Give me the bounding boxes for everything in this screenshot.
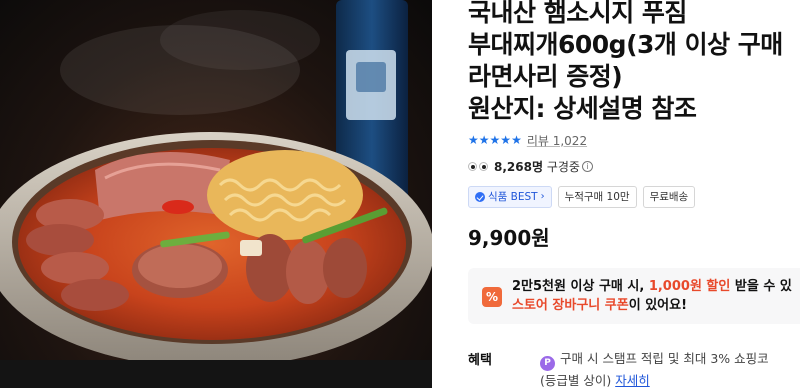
badge-row: 식품 BEST › 누적구매 10만 무료배송: [468, 186, 800, 208]
badge-label: 식품 BEST: [488, 191, 538, 203]
cumulative-purchase-badge: 누적구매 10만: [557, 186, 637, 208]
coupon-discount-amount: 1,000원 할인: [648, 279, 731, 294]
coupon-line2-suffix: 이 있어요!: [628, 298, 687, 313]
point-icon: P: [540, 356, 555, 371]
product-title: 국내산 햄소시지 푸짐 부대찌개600g(3개 이상 구매 라면사리 증정) 원…: [468, 0, 800, 125]
viewing-count: 8,268명: [494, 159, 543, 174]
check-badge-icon: [475, 192, 485, 202]
budae-jjigae-illustration: [0, 0, 432, 388]
benefit-body: P 구매 시 스탬프 적립 및 최대 3% 쇼핑코 (등급별 상이) 자세히: [540, 349, 769, 388]
coupon-line1-suffix: 받을 수 있: [730, 279, 792, 294]
coupon-line1-prefix: 2만5천원 이상 구매 시,: [512, 279, 649, 294]
product-price: 9,900원: [468, 226, 550, 250]
coupon-text: 2만5천원 이상 구매 시, 1,000원 할인 받을 수 있 스토어 장바구니…: [512, 277, 792, 315]
info-icon[interactable]: i: [581, 160, 593, 172]
coupon-banner[interactable]: % 2만5천원 이상 구매 시, 1,000원 할인 받을 수 있 스토어 장바…: [468, 268, 800, 324]
product-title-line: 부대찌개600g(3개 이상 구매: [468, 30, 783, 59]
star-icon: ★: [500, 133, 512, 147]
benefit-line2-prefix: (등급별 상이): [540, 373, 616, 388]
benefit-detail-link[interactable]: 자세히: [615, 373, 650, 388]
star-icon: ★: [468, 133, 479, 147]
product-info-panel: 국내산 햄소시지 푸짐 부대찌개600g(3개 이상 구매 라면사리 증정) 원…: [468, 0, 800, 388]
benefit-row: 혜택 P 구매 시 스탬프 적립 및 최대 3% 쇼핑코 (등급별 상이) 자세히: [468, 345, 800, 388]
rating-stars: ★ ★ ★ ★ ★: [468, 134, 522, 146]
rating-row: ★ ★ ★ ★ ★ 리뷰 1,022: [468, 131, 800, 149]
percent-coupon-icon: %: [482, 287, 502, 307]
benefit-label: 혜택: [468, 353, 492, 368]
star-icon: ★: [511, 133, 522, 147]
free-shipping-badge: 무료배송: [642, 186, 696, 208]
star-icon: ★: [489, 133, 501, 147]
food-best-badge[interactable]: 식품 BEST ›: [468, 186, 552, 208]
eyes-icon: [468, 161, 488, 171]
product-title-line: 국내산 햄소시지 푸짐: [468, 0, 687, 27]
viewing-row: 8,268명 구경중 i: [468, 157, 800, 175]
review-link[interactable]: 리뷰 1,022: [527, 132, 587, 149]
product-title-line: 원산지: 상세설명 참조: [468, 94, 697, 123]
coupon-store-cart: 스토어 장바구니 쿠폰: [512, 298, 629, 313]
product-photo: [0, 0, 432, 388]
viewing-text: 구경중: [546, 159, 580, 174]
star-icon: ★: [478, 133, 490, 147]
product-title-line: 라면사리 증정): [468, 62, 623, 91]
chevron-right-icon: ›: [540, 191, 545, 202]
benefit-line1: 구매 시 스탬프 적립 및 최대 3% 쇼핑코: [560, 351, 769, 366]
